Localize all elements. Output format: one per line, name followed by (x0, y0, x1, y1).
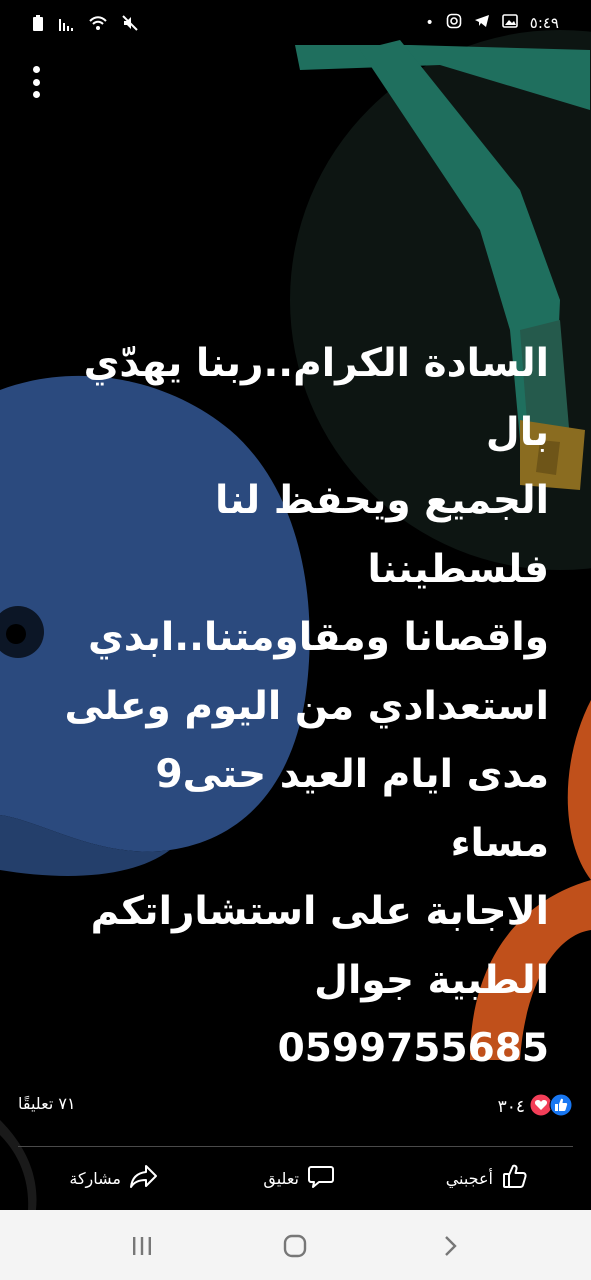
status-left-icons (32, 14, 138, 36)
status-time: ٥:٤٩ (529, 14, 559, 32)
comment-icon (307, 1162, 335, 1194)
like-label: أعجبني (445, 1168, 493, 1188)
back-button[interactable] (430, 1230, 470, 1262)
action-bar: أعجبني تعليق مشاركة (0, 1150, 591, 1210)
recent-apps-button[interactable] (122, 1230, 162, 1262)
wifi-icon (88, 15, 108, 35)
share-button[interactable]: مشاركة (69, 1162, 159, 1194)
orange-shape (567, 700, 591, 880)
home-icon (283, 1234, 307, 1258)
battery-icon (32, 14, 44, 36)
signal-icon (58, 15, 74, 35)
gallery-icon (501, 13, 518, 33)
comment-count[interactable]: ٧١ تعليقًا (18, 1094, 76, 1113)
share-icon (129, 1162, 159, 1194)
back-chevron-icon (445, 1236, 457, 1256)
status-right-icons: • ٥:٤٩ (425, 13, 559, 33)
like-button[interactable]: أعجبني (446, 1162, 529, 1194)
reactions-summary[interactable]: ٣٠٤ (498, 1093, 573, 1121)
thumbs-up-icon (501, 1162, 529, 1194)
telegram-icon (474, 13, 490, 33)
status-bar: • ٥:٤٩ (0, 0, 591, 46)
home-button[interactable] (275, 1230, 315, 1262)
comment-label: تعليق (263, 1168, 299, 1188)
system-navigation-bar (0, 1210, 591, 1280)
share-label: مشاركة (69, 1168, 121, 1188)
reaction-count: ٣٠٤ (497, 1097, 525, 1117)
divider (18, 1146, 573, 1147)
notification-dot: • (425, 15, 434, 31)
post-text: السادة الكرام..ربنا يهدّي بال الجميع ويح… (64, 341, 549, 1071)
more-options-icon[interactable] (22, 62, 50, 102)
like-reaction-icon (549, 1093, 573, 1121)
instagram-icon (446, 13, 462, 33)
mute-icon (122, 15, 138, 35)
reactions-row: ٣٠٤ ٧١ تعليقًا (0, 1090, 591, 1124)
recent-apps-icon (133, 1237, 151, 1255)
story-viewer: • ٥:٤٩ السادة الكرام..ربنا يهدّي بال الج… (0, 0, 591, 1280)
comment-button[interactable]: تعليق (263, 1162, 335, 1194)
